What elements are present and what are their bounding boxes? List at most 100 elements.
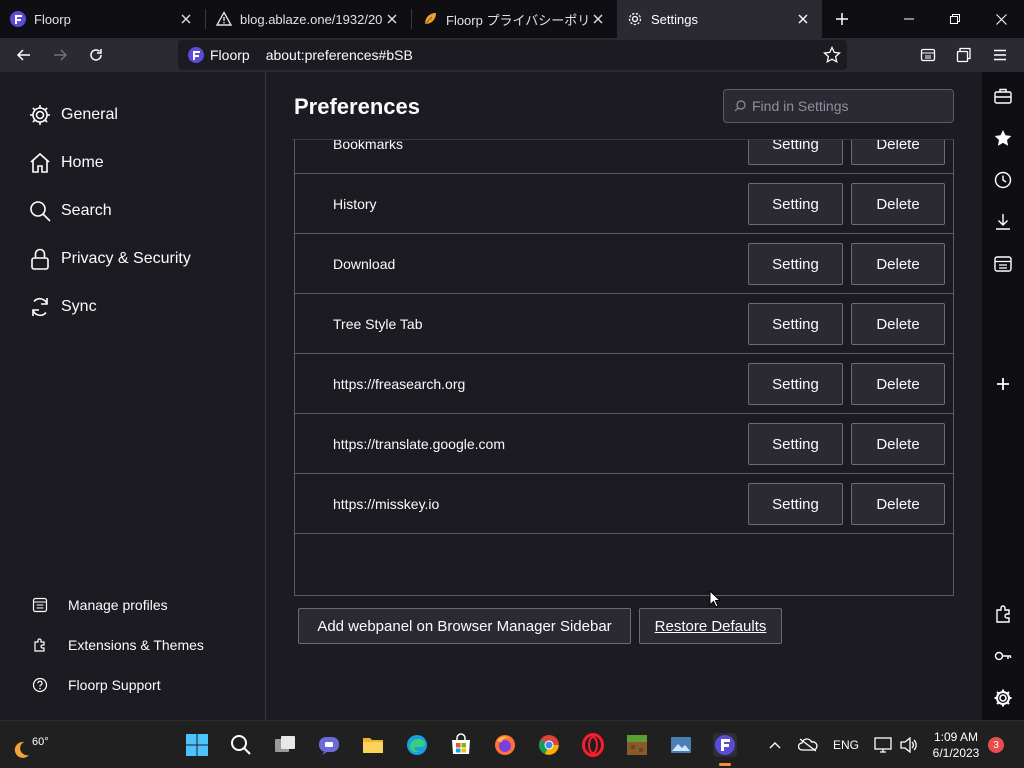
menu-button[interactable] — [982, 38, 1018, 72]
plus-icon[interactable] — [993, 374, 1013, 394]
setting-button[interactable]: Setting — [748, 243, 843, 285]
key-icon[interactable] — [993, 646, 1013, 666]
category-sync[interactable]: Sync — [28, 293, 97, 321]
delete-button[interactable]: Delete — [851, 363, 945, 405]
extensions-themes-link[interactable]: Extensions & Themes — [32, 635, 204, 655]
setting-button[interactable]: Setting — [748, 483, 843, 525]
file-explorer-icon[interactable] — [361, 733, 385, 757]
category-search[interactable]: Search — [28, 197, 112, 225]
history-icon[interactable] — [993, 170, 1013, 190]
puzzle-icon[interactable] — [993, 604, 1013, 624]
new-tab-button[interactable] — [822, 0, 862, 38]
plus-icon — [835, 12, 849, 26]
reload-button[interactable] — [78, 38, 114, 72]
category-label: Sync — [61, 298, 97, 315]
volume-icon[interactable] — [898, 735, 920, 755]
tab-title: Settings — [651, 11, 698, 27]
onedrive-offline-icon[interactable] — [796, 735, 820, 755]
edge-browser-icon[interactable] — [405, 733, 429, 757]
forward-button[interactable] — [42, 38, 78, 72]
task-view-icon[interactable] — [273, 733, 297, 757]
tab-blog[interactable]: blog.ablaze.one/1932/2022-… — [206, 0, 411, 38]
close-tab-icon[interactable] — [383, 10, 401, 28]
category-general[interactable]: General — [28, 101, 118, 129]
help-icon — [32, 677, 48, 693]
windows-start-icon[interactable] — [185, 733, 209, 757]
delete-button[interactable]: Delete — [851, 423, 945, 465]
gear-icon — [28, 103, 52, 127]
gear-icon[interactable] — [993, 688, 1013, 708]
close-tab-icon[interactable] — [589, 10, 607, 28]
floorp-support-link[interactable]: Floorp Support — [32, 675, 161, 695]
briefcase-icon[interactable] — [993, 86, 1013, 106]
setting-button[interactable]: Setting — [748, 140, 843, 165]
weather-moon-icon — [10, 739, 32, 761]
profiles-icon — [32, 597, 48, 613]
url-text[interactable]: about:preferences#bSB — [266, 47, 413, 63]
download-icon[interactable] — [993, 212, 1013, 232]
webpanel-name: https://translate.google.com — [333, 436, 505, 452]
add-webpanel-button[interactable]: Add webpanel on Browser Manager Sidebar — [298, 608, 631, 644]
firefox-icon[interactable] — [493, 733, 517, 757]
search-icon — [734, 100, 746, 112]
close-tab-icon[interactable] — [794, 10, 812, 28]
chrome-icon[interactable] — [537, 733, 561, 757]
search-icon[interactable] — [229, 733, 253, 757]
minimize-button[interactable] — [886, 0, 932, 38]
delete-button[interactable]: Delete — [851, 483, 945, 525]
browser-manager-sidebar — [982, 72, 1024, 720]
page-title: Preferences — [294, 94, 420, 119]
restore-button[interactable] — [932, 0, 978, 38]
url-bar[interactable]: Floorp about:preferences#bSB — [178, 40, 847, 70]
minecraft-icon[interactable] — [625, 733, 649, 757]
weather-temperature: 60° — [32, 736, 49, 748]
setting-button[interactable]: Setting — [748, 363, 843, 405]
chat-icon[interactable] — [317, 733, 341, 757]
back-button[interactable] — [6, 38, 42, 72]
identity-label: Floorp — [210, 47, 250, 63]
tab-floorp[interactable]: Floorp — [0, 0, 205, 38]
setting-button[interactable]: Setting — [748, 303, 843, 345]
tab-privacy-policy[interactable]: Floorp プライバシーポリシー — [412, 0, 617, 38]
system-clock[interactable]: 1:09 AM 6/1/2023 — [928, 729, 984, 761]
tab-settings[interactable]: Settings — [617, 0, 822, 38]
tab-title: Floorp — [34, 11, 71, 27]
category-privacy-security[interactable]: Privacy & Security — [28, 245, 191, 273]
close-window-button[interactable] — [978, 0, 1024, 38]
workspaces-button[interactable] — [946, 38, 982, 72]
clock-time: 1:09 AM — [933, 730, 979, 744]
sidebar-toggle-button[interactable] — [910, 38, 946, 72]
category-home[interactable]: Home — [28, 149, 104, 177]
preferences-main: Preferences Find in Settings Bookmarks S… — [266, 72, 982, 720]
close-icon — [995, 13, 1007, 25]
manage-profiles-link[interactable]: Manage profiles — [32, 595, 168, 615]
chevron-up-icon[interactable] — [764, 735, 786, 755]
photos-icon[interactable] — [669, 733, 693, 757]
notification-badge[interactable]: 3 — [988, 737, 1004, 753]
floorp-taskbar-icon[interactable] — [713, 733, 737, 757]
home-icon — [28, 151, 52, 175]
setting-button[interactable]: Setting — [748, 423, 843, 465]
delete-button[interactable]: Delete — [851, 140, 945, 165]
bookmark-star-icon[interactable] — [823, 46, 841, 64]
weather-widget[interactable]: 60° — [10, 727, 50, 765]
find-in-settings-input[interactable]: Find in Settings — [723, 89, 954, 123]
identity-box[interactable]: Floorp — [188, 47, 266, 63]
list-item: Tree Style Tab Setting Delete — [295, 294, 953, 354]
setting-button[interactable]: Setting — [748, 183, 843, 225]
list-item: Download Setting Delete — [295, 234, 953, 294]
restore-icon — [950, 14, 960, 24]
opera-icon[interactable] — [581, 733, 605, 757]
restore-defaults-button[interactable]: Restore Defaults — [639, 608, 782, 644]
star-icon[interactable] — [993, 128, 1013, 148]
delete-button[interactable]: Delete — [851, 243, 945, 285]
microsoft-store-icon[interactable] — [449, 733, 473, 757]
sidebar-icon[interactable] — [993, 254, 1013, 274]
delete-button[interactable]: Delete — [851, 183, 945, 225]
language-indicator[interactable]: ENG — [830, 735, 862, 755]
webpanel-name: History — [333, 196, 377, 212]
sidebar-icon — [920, 47, 936, 63]
network-icon[interactable] — [872, 735, 894, 755]
close-tab-icon[interactable] — [177, 10, 195, 28]
delete-button[interactable]: Delete — [851, 303, 945, 345]
